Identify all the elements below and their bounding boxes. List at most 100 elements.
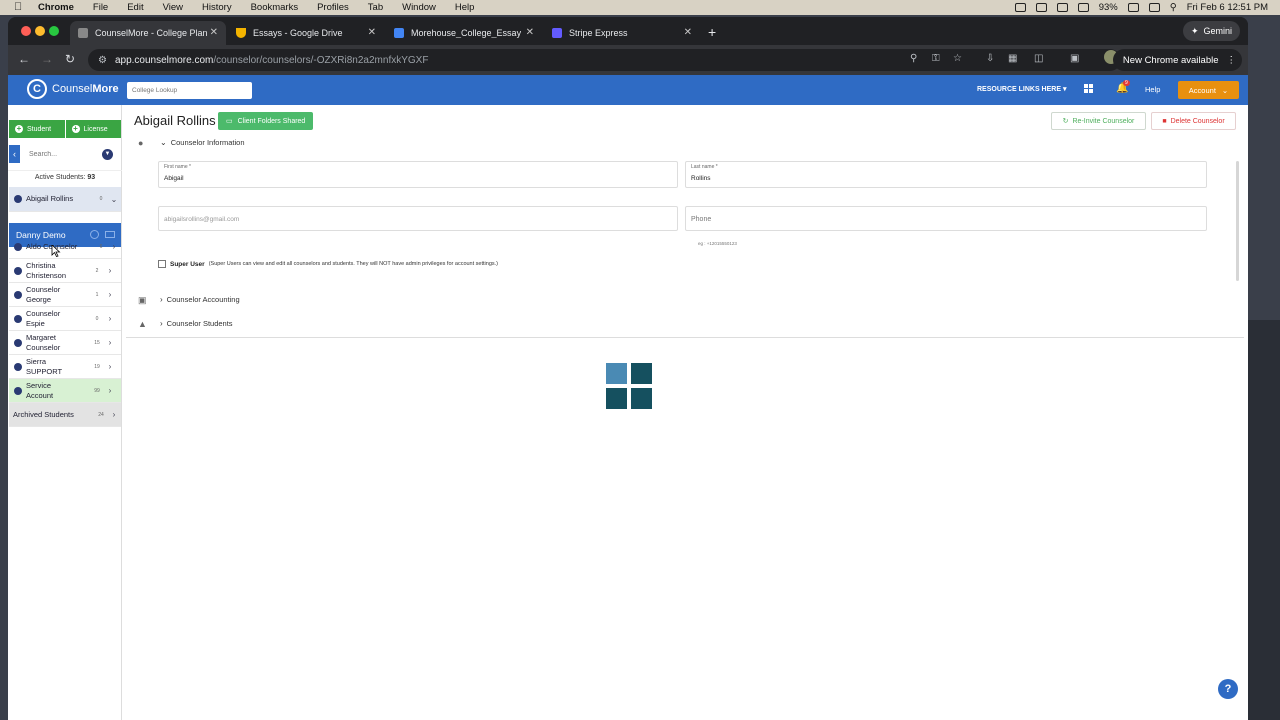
new-chrome-available-button[interactable]: New Chrome available ⋮: [1112, 49, 1242, 71]
more-vertical-icon[interactable]: ⋮: [1227, 55, 1237, 66]
tab-stripe-express[interactable]: Stripe Express ✕: [544, 21, 700, 45]
user-icon: [14, 362, 22, 371]
loading-spinner: [606, 363, 652, 409]
password-key-icon[interactable]: ⚿: [932, 53, 940, 64]
sidebar-item-counselor[interactable]: Counselor Espie 0 ›: [9, 307, 121, 331]
apple-menu-icon[interactable]: : [14, 2, 26, 13]
gemini-button[interactable]: ✦ Gemini: [1182, 21, 1240, 41]
menu-help[interactable]: Help: [455, 2, 475, 13]
bookmark-star-icon[interactable]: ☆: [953, 53, 962, 64]
site-info-icon[interactable]: ⚙: [98, 55, 107, 66]
client-folders-shared-button[interactable]: ▭ Client Folders Shared: [218, 112, 314, 130]
help-chat-button[interactable]: ?: [1218, 679, 1238, 699]
menubar-clock[interactable]: Fri Feb 6 12:51 PM: [1187, 2, 1268, 13]
apps-grid-icon[interactable]: [1084, 84, 1093, 93]
zoom-icon[interactable]: ⚲: [910, 53, 917, 64]
close-tab-icon[interactable]: ✕: [210, 27, 218, 38]
chevron-right-icon[interactable]: ›: [103, 314, 117, 323]
extension-icon[interactable]: ▦: [1008, 53, 1017, 64]
sidebar-item-counselor[interactable]: Sierra SUPPORT 19 ›: [9, 355, 121, 379]
sidebar-item-abigail-rollins[interactable]: Abigail Rollins 0 ⌄: [9, 187, 121, 212]
extensions-puzzle-icon[interactable]: ◫: [1034, 53, 1043, 64]
clipboard-icon[interactable]: [1035, 3, 1047, 12]
close-window-button[interactable]: [21, 26, 31, 36]
last-name-field[interactable]: Last name * Rollins: [685, 161, 1207, 188]
super-user-checkbox[interactable]: [158, 260, 166, 268]
chevron-right-icon[interactable]: ›: [107, 410, 121, 419]
reinvite-counselor-button[interactable]: ↻ Re-Invite Counselor: [1051, 112, 1146, 130]
resource-links-dropdown[interactable]: RESOURCE LINKS HERE ▾: [977, 85, 1066, 93]
sidebar-item-counselor[interactable]: Aldo Counselor 6 ›: [9, 235, 121, 259]
back-arrow-icon[interactable]: ←: [18, 52, 30, 66]
help-link[interactable]: Help: [1145, 85, 1160, 94]
section-counselor-information[interactable]: ● ⌄ Counselor Information: [138, 138, 245, 148]
sidebar-item-counselor[interactable]: Margaret Counselor 15 ›: [9, 331, 121, 355]
bluetooth-icon[interactable]: [1056, 3, 1068, 12]
minimize-window-button[interactable]: [35, 26, 45, 36]
super-user-checkbox-row[interactable]: Super User (Super Users can view and edi…: [158, 260, 498, 268]
college-lookup-input[interactable]: [127, 82, 252, 99]
counselor-detail: Abigail Rollins ▭ Client Folders Shared …: [126, 105, 1244, 720]
plus-icon: +: [71, 124, 80, 133]
wifi-icon[interactable]: [1148, 3, 1160, 12]
counselor-name: Counselor George: [26, 284, 61, 304]
menu-window[interactable]: Window: [402, 2, 436, 13]
spotlight-icon[interactable]: ⚲: [1170, 2, 1177, 13]
reload-icon[interactable]: ↻: [65, 52, 75, 66]
new-tab-button[interactable]: +: [708, 24, 716, 40]
counselor-name: Sierra SUPPORT: [26, 356, 63, 376]
sidebar-item-counselor[interactable]: Christina Christenson 2 ›: [9, 259, 121, 283]
menu-history[interactable]: History: [202, 2, 232, 13]
close-tab-icon[interactable]: ✕: [368, 27, 376, 38]
tab-google-drive[interactable]: Essays - Google Drive ✕: [228, 21, 384, 45]
sidebar-item-service-account[interactable]: Service Account 99 ›: [9, 379, 121, 403]
menu-view[interactable]: View: [163, 2, 183, 13]
menu-file[interactable]: File: [93, 2, 108, 13]
battery-icon[interactable]: [1127, 3, 1139, 12]
chevron-right-icon[interactable]: ›: [103, 266, 117, 275]
first-name-field[interactable]: First name * Abigail: [158, 161, 678, 188]
chevron-right-icon[interactable]: ›: [103, 362, 117, 371]
email-field[interactable]: abigailsrollins@gmail.com: [158, 206, 678, 231]
collapse-sidebar-icon[interactable]: ‹: [9, 145, 20, 163]
menu-bookmarks[interactable]: Bookmarks: [251, 2, 299, 13]
sidebar-item-counselor[interactable]: Counselor George 1 ›: [9, 283, 121, 307]
chevron-right-icon[interactable]: ›: [107, 242, 121, 251]
close-tab-icon[interactable]: ✕: [526, 27, 534, 38]
chevron-down-icon[interactable]: ⌄: [107, 195, 121, 204]
chevron-right-icon[interactable]: ›: [103, 386, 117, 395]
section-counselor-students[interactable]: ▲ › Counselor Students: [138, 319, 233, 329]
menu-app-name[interactable]: Chrome: [38, 2, 74, 13]
download-icon[interactable]: ⇩: [986, 53, 994, 64]
chevron-right-icon[interactable]: ›: [103, 290, 117, 299]
add-student-button[interactable]: + Student: [9, 120, 65, 138]
add-license-button[interactable]: + License: [65, 120, 121, 138]
section-counselor-accounting[interactable]: ▣ › Counselor Accounting: [138, 295, 240, 305]
brand-light: Counsel: [52, 83, 93, 95]
address-bar[interactable]: ⚙ app.counselmore.com/counselor/counselo…: [88, 49, 1121, 71]
tab-title: Essays - Google Drive: [253, 28, 343, 38]
tab-morehouse-essays[interactable]: Morehouse_College_Essays ✕: [386, 21, 542, 45]
zoom-window-button[interactable]: [49, 26, 59, 36]
forward-arrow-icon[interactable]: →: [41, 52, 53, 66]
tab-counselmore[interactable]: CounselMore - College Planni ✕: [70, 21, 226, 45]
phone-field[interactable]: Phone: [685, 206, 1207, 231]
delete-counselor-button[interactable]: ■ Delete Counselor: [1151, 112, 1236, 130]
screen-record-icon[interactable]: [1014, 3, 1026, 12]
filter-icon[interactable]: ▼: [102, 149, 113, 160]
notifications-bell-icon[interactable]: 🔔 9: [1116, 80, 1130, 94]
battery-percent[interactable]: 93%: [1099, 2, 1118, 13]
close-tab-icon[interactable]: ✕: [684, 27, 692, 38]
menu-profiles[interactable]: Profiles: [317, 2, 349, 13]
menu-tab[interactable]: Tab: [368, 2, 383, 13]
form-scrollbar[interactable]: [1236, 161, 1239, 281]
counselmore-logo[interactable]: C CounselMore: [27, 79, 119, 99]
account-dropdown-button[interactable]: Account ⌄: [1178, 81, 1239, 99]
menu-edit[interactable]: Edit: [127, 2, 143, 13]
loader-square: [631, 388, 652, 409]
volume-icon[interactable]: [1077, 3, 1089, 12]
sidebar-item-archived-students[interactable]: Archived Students 24 ›: [9, 403, 121, 427]
tab-search-icon[interactable]: ▣: [1070, 53, 1079, 64]
chevron-right-icon[interactable]: ›: [103, 338, 117, 347]
loader-square: [606, 388, 627, 409]
